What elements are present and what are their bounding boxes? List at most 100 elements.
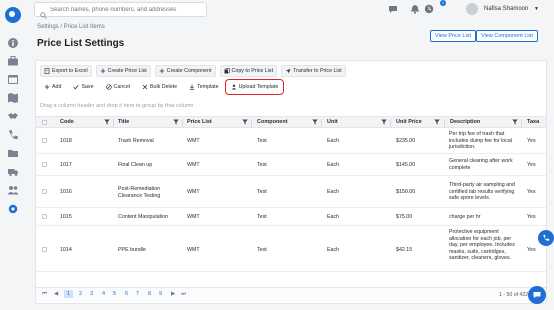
column-header-unit[interactable]: Unit xyxy=(327,119,338,125)
column-header-taxable[interactable]: Taxa xyxy=(527,119,539,125)
cell-taxable: Yes xyxy=(527,214,536,220)
user-name[interactable]: Nafisa Shamoon xyxy=(484,6,528,12)
clock-icon[interactable] xyxy=(424,4,434,14)
row-checkbox[interactable] xyxy=(42,247,47,252)
brand-logo[interactable] xyxy=(5,7,21,23)
column-divider[interactable] xyxy=(390,119,391,127)
column-divider[interactable] xyxy=(521,119,522,127)
page-title: Price List Settings xyxy=(37,38,125,49)
column-header-component[interactable]: Component xyxy=(257,119,288,125)
cell-description: charge per hr xyxy=(449,214,481,220)
settings-gear-icon[interactable] xyxy=(7,203,19,215)
column-divider[interactable] xyxy=(182,119,183,127)
page-number[interactable]: 9 xyxy=(159,291,162,297)
create-component-button[interactable]: Create Component xyxy=(154,65,216,77)
truck-icon[interactable] xyxy=(7,166,19,178)
transfer-to-price-list-button[interactable]: Transfer to Price List xyxy=(281,65,346,77)
search-input[interactable] xyxy=(50,6,200,13)
cell-price-list: WMT xyxy=(187,247,200,253)
page-number[interactable]: 4 xyxy=(102,291,105,297)
avatar[interactable] xyxy=(466,3,478,15)
bulk-delete-button[interactable]: Bulk Delete xyxy=(138,81,181,93)
column-header-price-list[interactable]: Price List xyxy=(187,119,212,125)
table-row[interactable]: 1015 Content Manipulation WMT Test Each … xyxy=(36,208,546,226)
filter-icon[interactable] xyxy=(242,119,248,125)
filter-icon[interactable] xyxy=(512,119,518,125)
briefcase-icon[interactable] xyxy=(7,55,19,67)
row-checkbox[interactable] xyxy=(42,138,47,143)
cell-taxable: Yes xyxy=(527,189,536,195)
user-upload-icon xyxy=(231,84,237,90)
next-page-button[interactable]: ▶ xyxy=(171,291,175,297)
map-icon[interactable] xyxy=(7,92,19,104)
page-number[interactable]: 7 xyxy=(136,291,139,297)
row-checkbox[interactable] xyxy=(42,162,47,167)
page-number[interactable]: 5 xyxy=(113,291,116,297)
cell-taxable: Yes xyxy=(527,247,536,253)
prev-page-button[interactable]: ◀ xyxy=(54,291,58,297)
save-button[interactable]: Save xyxy=(69,81,97,93)
column-header-title[interactable]: Title xyxy=(118,119,129,125)
cell-title: Post-Remediation Clearance Testing xyxy=(118,186,161,199)
row-checkbox[interactable] xyxy=(42,189,47,194)
upload-template-button[interactable]: Upload Template xyxy=(224,79,285,95)
table-row[interactable]: 1014 PPE bundle WMT Test Each $42.15 Pro… xyxy=(36,226,546,272)
column-divider[interactable] xyxy=(251,119,252,127)
row-checkbox[interactable] xyxy=(42,214,47,219)
page-number[interactable]: 3 xyxy=(90,291,93,297)
cell-unit: Each xyxy=(327,162,340,168)
cell-description: Protective equipment allocation for each… xyxy=(449,229,515,262)
grid-header: Code Title Price List Component Unit Uni… xyxy=(36,116,546,128)
cell-code: 1016 xyxy=(60,189,72,195)
folder-icon[interactable] xyxy=(7,147,19,159)
cell-unit-price: $235.00 xyxy=(396,138,416,144)
column-divider[interactable] xyxy=(321,119,322,127)
filter-icon[interactable] xyxy=(104,119,110,125)
cancel-button[interactable]: Cancel xyxy=(102,81,135,93)
column-header-unit-price[interactable]: Unit Price xyxy=(396,119,422,125)
view-price-list-button[interactable]: View Price List xyxy=(430,30,476,42)
page-number[interactable]: 2 xyxy=(79,291,82,297)
phone-icon[interactable] xyxy=(7,129,19,141)
phone-fab-button[interactable] xyxy=(538,230,554,246)
copy-to-price-list-button[interactable]: Copy to Price List xyxy=(219,65,278,77)
template-button[interactable]: Template xyxy=(185,81,223,93)
chat-bubble-icon[interactable] xyxy=(388,4,398,14)
column-divider[interactable] xyxy=(113,119,114,127)
global-search[interactable] xyxy=(34,2,207,19)
column-divider[interactable] xyxy=(444,119,445,127)
page-number[interactable]: 6 xyxy=(125,291,128,297)
table-row[interactable]: 1016 Post-Remediation Clearance Testing … xyxy=(36,176,546,208)
view-component-list-button[interactable]: View Component List xyxy=(476,30,538,42)
column-header-description[interactable]: Description xyxy=(450,119,480,125)
cell-code: 1017 xyxy=(60,162,72,168)
cell-component: Test xyxy=(257,189,267,195)
page-number[interactable]: 1 xyxy=(64,290,74,298)
cell-description: Third-party air sampling and certified l… xyxy=(449,182,515,202)
first-page-button[interactable]: ⏮ xyxy=(42,291,47,298)
page-number[interactable]: 8 xyxy=(148,291,151,297)
filter-icon[interactable] xyxy=(173,119,179,125)
calendar-icon[interactable] xyxy=(7,73,19,85)
info-icon[interactable] xyxy=(7,37,19,49)
filter-icon[interactable] xyxy=(381,119,387,125)
handshake-icon[interactable] xyxy=(7,110,19,122)
create-price-list-button[interactable]: Create Price List xyxy=(95,65,151,77)
column-header-code[interactable]: Code xyxy=(60,119,74,125)
chat-fab-button[interactable] xyxy=(528,286,546,304)
chevron-down-icon[interactable]: ▼ xyxy=(534,6,539,12)
table-row[interactable]: 1017 Final Clean up WMT Test Each $145.0… xyxy=(36,154,546,176)
users-icon[interactable] xyxy=(7,184,19,196)
filter-icon[interactable] xyxy=(434,119,440,125)
pagination: ⏮ ◀ 1 2 3 4 5 6 7 8 9 ▶ ⏭ 1 - 50 of 422 … xyxy=(36,287,546,301)
export-excel-button[interactable]: Export to Excel xyxy=(40,65,92,77)
plus-icon xyxy=(44,84,50,90)
table-row[interactable]: 1018 Trash Removal WMT Test Each $235.00… xyxy=(36,128,546,154)
select-all-checkbox[interactable] xyxy=(42,120,47,125)
filter-icon[interactable] xyxy=(312,119,318,125)
add-button[interactable]: Add xyxy=(40,81,65,93)
notification-badge: 1 xyxy=(440,0,446,6)
cell-title: PPE bundle xyxy=(118,247,146,253)
last-page-button[interactable]: ⏭ xyxy=(181,291,186,298)
bell-icon[interactable] xyxy=(410,4,420,14)
